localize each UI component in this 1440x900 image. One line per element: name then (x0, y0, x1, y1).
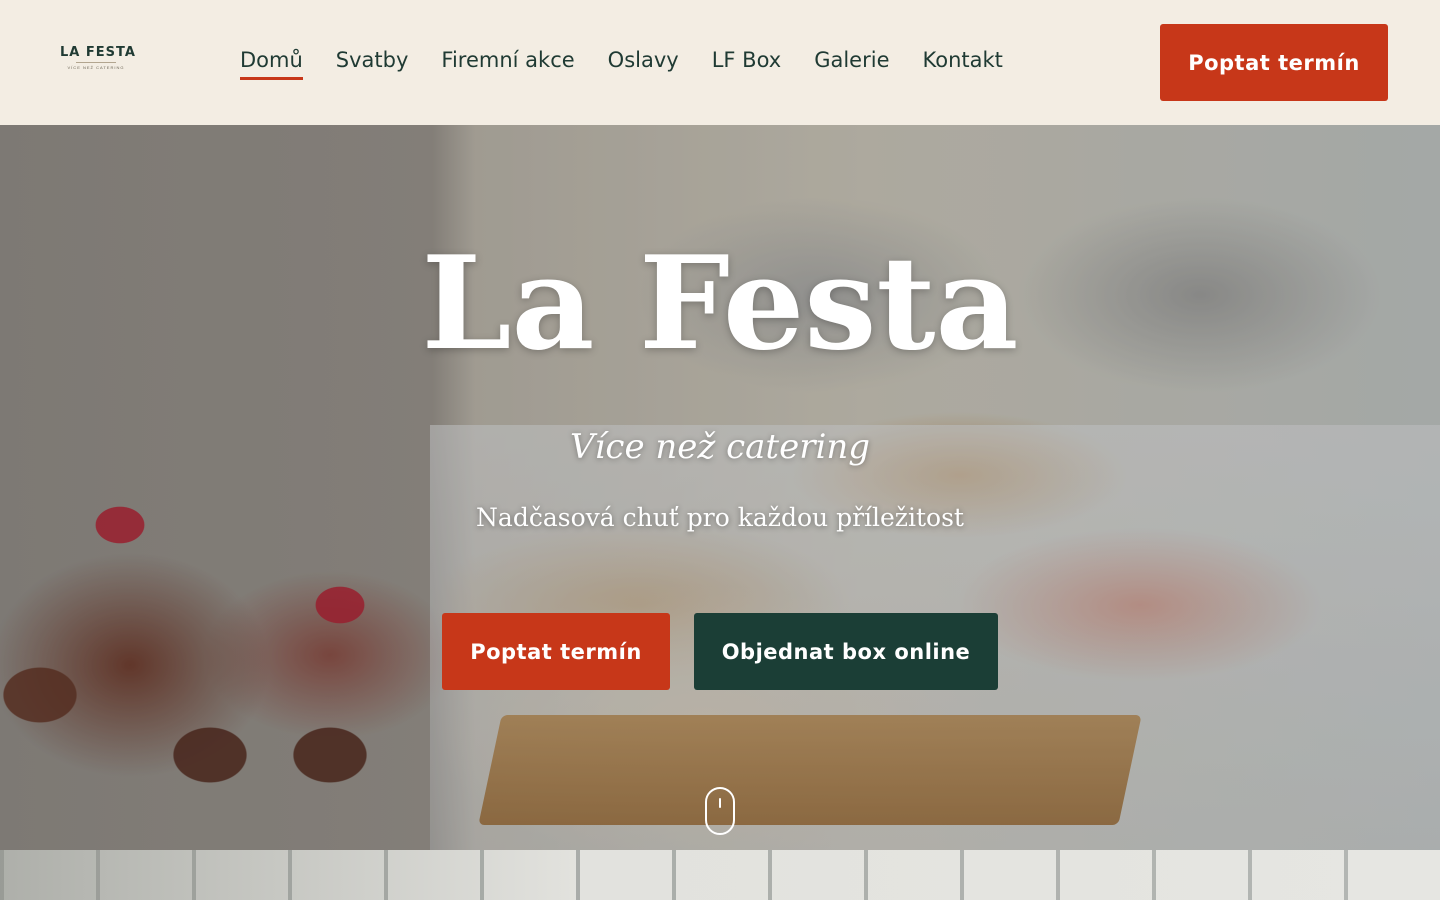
nav-item-kontakt[interactable]: Kontakt (923, 44, 1003, 80)
hero-subtitle: Nadčasová chuť pro každou příležitost (476, 503, 964, 532)
hero-order-box-button[interactable]: Objednat box online (694, 613, 998, 690)
next-section-preview (0, 850, 1440, 900)
logo-name: LA FESTA (60, 45, 136, 60)
scroll-wheel-icon (719, 798, 721, 808)
nav-item-oslavy[interactable]: Oslavy (608, 44, 679, 80)
hero-section: La Festa Více než catering Nadčasová chu… (0, 125, 1440, 850)
logo[interactable]: LA FESTA VÍCE NEŽ CATERING (60, 45, 136, 77)
site-header: LA FESTA VÍCE NEŽ CATERING Domů Svatby F… (0, 0, 1440, 125)
nav-item-lf-box[interactable]: LF Box (712, 44, 782, 80)
logo-divider (76, 62, 116, 63)
nav-item-domu[interactable]: Domů (240, 44, 303, 80)
hero-tagline: Více než catering (569, 427, 871, 467)
hero-inquiry-button[interactable]: Poptat termín (442, 613, 670, 690)
logo-tagline: VÍCE NEŽ CATERING (67, 65, 125, 70)
nav-item-firemni-akce[interactable]: Firemní akce (441, 44, 574, 80)
hero-title: La Festa (421, 229, 1019, 379)
nav-item-galerie[interactable]: Galerie (814, 44, 889, 80)
scroll-down-indicator[interactable] (705, 787, 735, 835)
nav-item-svatby[interactable]: Svatby (336, 44, 409, 80)
next-section-image (0, 850, 1440, 900)
header-cta-button[interactable]: Poptat termín (1160, 24, 1388, 101)
main-nav: Domů Svatby Firemní akce Oslavy LF Box G… (240, 44, 1036, 80)
